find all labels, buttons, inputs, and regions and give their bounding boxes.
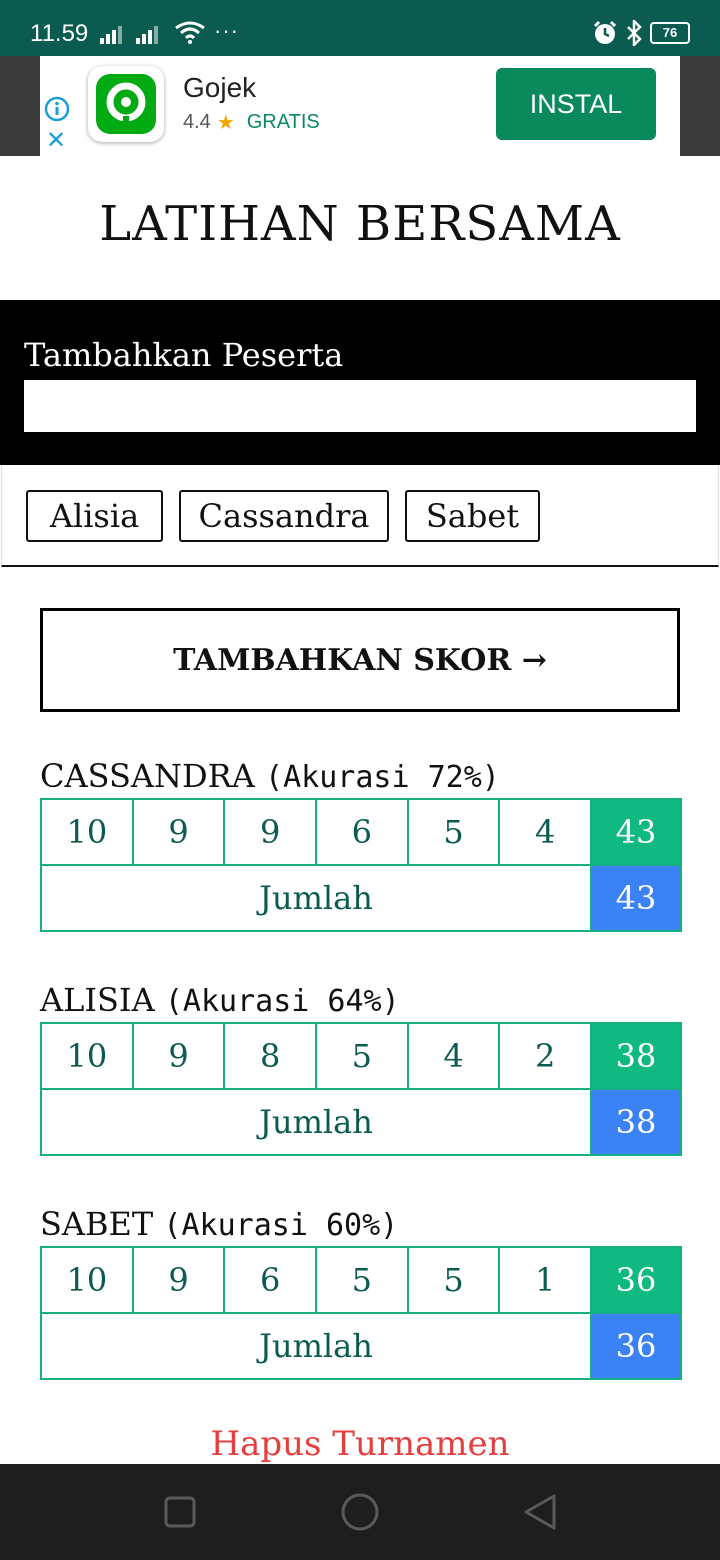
score-cell[interactable]: 4 (408, 1024, 501, 1090)
status-time: 11.59 (30, 20, 89, 47)
player-score-card: CASSANDRA (Akurasi 72%) 10 9 9 6 5 4 43 … (40, 754, 682, 932)
bluetooth-icon (627, 20, 642, 46)
participant-list: Alisia Cassandra Sabet (1, 465, 719, 567)
player-accuracy: (Akurasi 64%) (164, 984, 400, 1019)
add-score-button[interactable]: TAMBAHKAN SKOR → (40, 608, 680, 712)
info-icon[interactable] (44, 96, 70, 122)
participant-chip-alisia[interactable]: Alisia (26, 490, 163, 542)
ad-content[interactable]: ✕ Gojek 4.4 ★ GRATIS INSTAL (40, 56, 680, 156)
score-cell[interactable]: 5 (316, 1024, 409, 1090)
sum-label: Jumlah (42, 1090, 592, 1156)
home-icon[interactable] (340, 1492, 380, 1532)
player-name: CASSANDRA (40, 757, 255, 795)
more-dots-icon: ··· (214, 18, 239, 43)
wifi-icon (175, 21, 205, 44)
player-name: SABET (40, 1205, 154, 1243)
signal-icon-2 (136, 24, 158, 44)
player-heading: SABET (Akurasi 60%) (40, 1202, 680, 1246)
back-icon[interactable] (520, 1492, 560, 1532)
battery-icon: 76 (650, 22, 690, 44)
player-heading: CASSANDRA (Akurasi 72%) (40, 754, 680, 798)
add-participant-section: Tambahkan Peserta (0, 300, 720, 465)
page-title: LATIHAN BERSAMA (99, 196, 621, 252)
score-grid: 10 9 8 5 4 2 38 Jumlah 38 (40, 1022, 682, 1156)
score-cell[interactable]: 9 (133, 800, 226, 866)
alarm-icon (593, 20, 617, 44)
close-icon[interactable]: ✕ (46, 128, 66, 152)
score-cell[interactable]: 5 (316, 1248, 409, 1314)
player-accuracy: (Akurasi 72%) (265, 760, 500, 795)
participant-input[interactable] (24, 380, 696, 432)
score-cell[interactable]: 2 (500, 1024, 592, 1090)
sum-cell: 36 (591, 1314, 682, 1380)
score-cell[interactable]: 5 (408, 800, 501, 866)
score-cell[interactable]: 9 (225, 800, 317, 866)
signal-icons (100, 24, 158, 44)
score-cell[interactable]: 6 (316, 800, 409, 866)
signal-icon (100, 24, 122, 44)
score-grid: 10 9 6 5 5 1 36 Jumlah 36 (40, 1246, 682, 1380)
status-right: 76 (592, 20, 690, 46)
navigation-bar (0, 1464, 720, 1560)
sum-cell: 38 (591, 1090, 682, 1156)
score-cell[interactable]: 8 (225, 1024, 317, 1090)
score-cell[interactable]: 9 (133, 1024, 226, 1090)
score-cell[interactable]: 1 (500, 1248, 592, 1314)
round-total-cell: 36 (591, 1248, 682, 1314)
participant-chip-sabet[interactable]: Sabet (405, 490, 540, 542)
score-grid: 10 9 9 6 5 4 43 Jumlah 43 (40, 798, 682, 932)
gojek-logo-icon[interactable] (88, 66, 164, 142)
score-cell[interactable]: 10 (42, 1248, 134, 1314)
ad-price: GRATIS (246, 111, 320, 133)
score-cell[interactable]: 4 (500, 800, 592, 866)
score-cell[interactable]: 9 (133, 1248, 226, 1314)
sum-cell: 43 (591, 866, 682, 932)
score-cell[interactable]: 10 (42, 800, 134, 866)
score-cell[interactable]: 5 (408, 1248, 501, 1314)
round-total-cell: 38 (591, 1024, 682, 1090)
score-cell[interactable]: 6 (225, 1248, 317, 1314)
ad-rating: 4.4 (183, 111, 211, 133)
participant-chip-cassandra[interactable]: Cassandra (179, 490, 389, 542)
player-score-card: SABET (Akurasi 60%) 10 9 6 5 5 1 36 Juml… (40, 1202, 682, 1380)
player-heading: ALISIA (Akurasi 64%) (40, 978, 680, 1022)
add-participant-label: Tambahkan Peserta (24, 336, 344, 374)
player-accuracy: (Akurasi 60%) (163, 1208, 399, 1243)
ad-app-name[interactable]: Gojek (183, 72, 256, 104)
round-total-cell: 43 (591, 800, 682, 866)
ad-banner[interactable]: ✕ Gojek 4.4 ★ GRATIS INSTAL (0, 56, 720, 156)
delete-tournament-link[interactable]: Hapus Turnamen (0, 1424, 720, 1464)
sum-label: Jumlah (42, 866, 592, 932)
recent-apps-icon[interactable] (160, 1492, 200, 1532)
player-score-card: ALISIA (Akurasi 64%) 10 9 8 5 4 2 38 Jum… (40, 978, 682, 1156)
score-cell[interactable]: 10 (42, 1024, 134, 1090)
sum-label: Jumlah (42, 1314, 592, 1380)
star-icon: ★ (216, 112, 235, 134)
install-button[interactable]: INSTAL (496, 68, 656, 140)
ad-app-meta: 4.4 ★ GRATIS (183, 110, 320, 135)
status-bar: 11.59 ··· 76 (0, 0, 720, 56)
player-name: ALISIA (40, 981, 155, 1019)
